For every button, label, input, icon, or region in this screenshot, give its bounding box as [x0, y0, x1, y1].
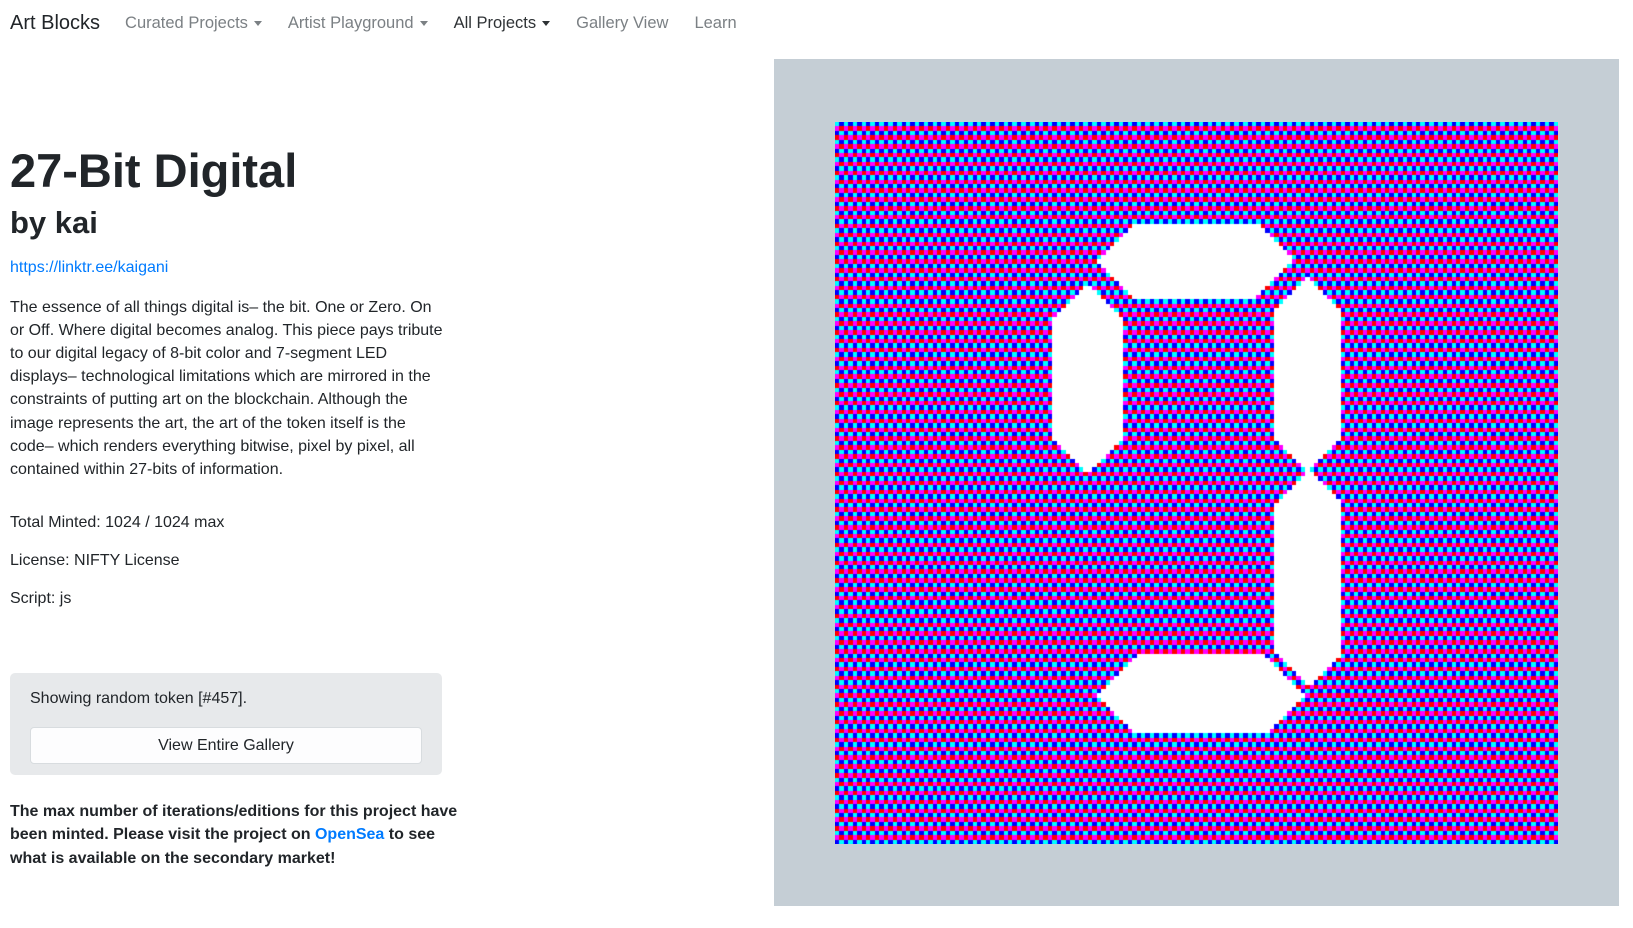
nav-item-label: Curated Projects	[125, 14, 248, 32]
token-artwork	[835, 122, 1558, 844]
stat-license: License: NIFTY License	[10, 551, 450, 571]
token-card: Showing random token [#457]. View Entire…	[10, 673, 442, 775]
artist-website-row: https://linktr.ee/kaigani	[10, 256, 450, 280]
project-description: The essence of all things digital is– th…	[10, 296, 445, 482]
artist-website-link[interactable]: https://linktr.ee/kaigani	[10, 259, 168, 276]
nav-item-artist-playground[interactable]: Artist Playground	[275, 14, 441, 33]
project-byline: by kai	[10, 204, 450, 241]
navbar: Art Blocks Curated Projects Artist Playg…	[0, 0, 1633, 46]
chevron-down-icon	[254, 21, 262, 26]
token-message: Showing random token [#457].	[30, 687, 422, 711]
nav-item-all-projects[interactable]: All Projects	[441, 14, 564, 33]
stat-total-minted: Total Minted: 1024 / 1024 max	[10, 513, 450, 533]
page-title: 27-Bit Digital	[10, 143, 450, 199]
nav-item-gallery-view[interactable]: Gallery View	[563, 14, 681, 33]
page: Art Blocks Curated Projects Artist Playg…	[0, 0, 1633, 928]
nav-item-learn[interactable]: Learn	[681, 14, 749, 33]
stat-script: Script: js	[10, 589, 450, 609]
minted-notice: The max number of iterations/editions fo…	[10, 800, 460, 870]
view-gallery-button[interactable]: View Entire Gallery	[30, 727, 422, 764]
nav-items: Curated Projects Artist Playground All P…	[112, 14, 750, 33]
chevron-down-icon	[542, 21, 550, 26]
opensea-link[interactable]: OpenSea	[315, 826, 384, 843]
chevron-down-icon	[420, 21, 428, 26]
artwork-panel	[774, 59, 1619, 906]
nav-item-label: All Projects	[454, 14, 537, 32]
nav-item-label: Artist Playground	[288, 14, 414, 32]
brand-link[interactable]: Art Blocks	[10, 12, 100, 35]
project-info-column: 27-Bit Digital by kai https://linktr.ee/…	[10, 59, 450, 870]
nav-item-curated-projects[interactable]: Curated Projects	[112, 14, 275, 33]
